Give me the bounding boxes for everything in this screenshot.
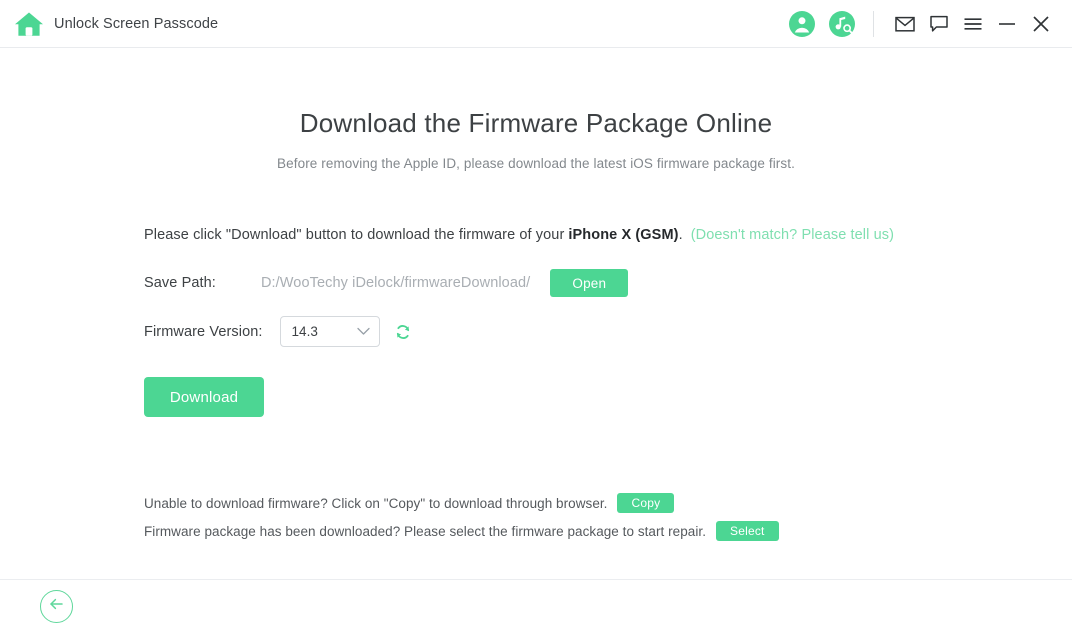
minimize-icon[interactable] [990, 9, 1024, 39]
arrow-left-icon [48, 597, 65, 616]
copy-button[interactable]: Copy [617, 493, 675, 513]
instruction-row: Please click "Download" button to downlo… [144, 221, 1072, 249]
close-icon[interactable] [1024, 9, 1058, 39]
firmware-form: Please click "Download" button to downlo… [0, 171, 1072, 417]
feedback-icon[interactable] [922, 9, 956, 39]
helper-section: Unable to download firmware? Click on "C… [144, 493, 779, 549]
save-path-row: Save Path: D:/WooTechy iDelock/firmwareD… [144, 269, 1072, 297]
device-model: iPhone X (GSM) [568, 227, 679, 243]
download-button[interactable]: Download [144, 377, 264, 417]
select-button[interactable]: Select [716, 521, 779, 541]
firmware-version-row: Firmware Version: 14.3 [144, 316, 1072, 347]
device-mismatch-link[interactable]: (Doesn't match? Please tell us) [691, 227, 894, 243]
music-search-icon[interactable] [829, 10, 855, 37]
copy-helper-text: Unable to download firmware? Click on "C… [144, 495, 608, 511]
save-path-value[interactable]: D:/WooTechy iDelock/firmwareDownload/ [261, 275, 530, 291]
footer [0, 579, 1072, 633]
mail-icon[interactable] [888, 9, 922, 39]
titlebar-right [789, 9, 1072, 39]
select-helper-text: Firmware package has been downloaded? Pl… [144, 523, 707, 539]
app-title: Unlock Screen Passcode [54, 15, 219, 32]
titlebar-divider [873, 10, 874, 37]
open-button[interactable]: Open [550, 269, 629, 297]
main-content: Download the Firmware Package Online Bef… [0, 48, 1072, 579]
firmware-version-label: Firmware Version: [144, 323, 263, 340]
back-button[interactable] [40, 590, 73, 623]
refresh-icon[interactable] [394, 323, 412, 341]
select-helper-row: Firmware package has been downloaded? Pl… [144, 521, 779, 541]
copy-helper-row: Unable to download firmware? Click on "C… [144, 493, 779, 513]
hamburger-menu-icon[interactable] [956, 9, 990, 39]
account-icon[interactable] [789, 10, 815, 37]
instruction-prefix: Please click "Download" button to downlo… [144, 227, 565, 243]
save-path-label: Save Path: [144, 275, 216, 291]
firmware-version-value: 14.3 [291, 324, 318, 339]
home-icon[interactable] [14, 11, 44, 37]
firmware-version-select[interactable]: 14.3 [279, 316, 380, 347]
titlebar-left: Unlock Screen Passcode [0, 11, 218, 37]
titlebar: Unlock Screen Passcode [0, 0, 1072, 48]
chevron-down-icon [356, 323, 370, 341]
page-subtitle: Before removing the Apple ID, please dow… [277, 156, 795, 171]
page-title: Download the Firmware Package Online [299, 108, 773, 138]
instruction-suffix: . [678, 227, 683, 243]
